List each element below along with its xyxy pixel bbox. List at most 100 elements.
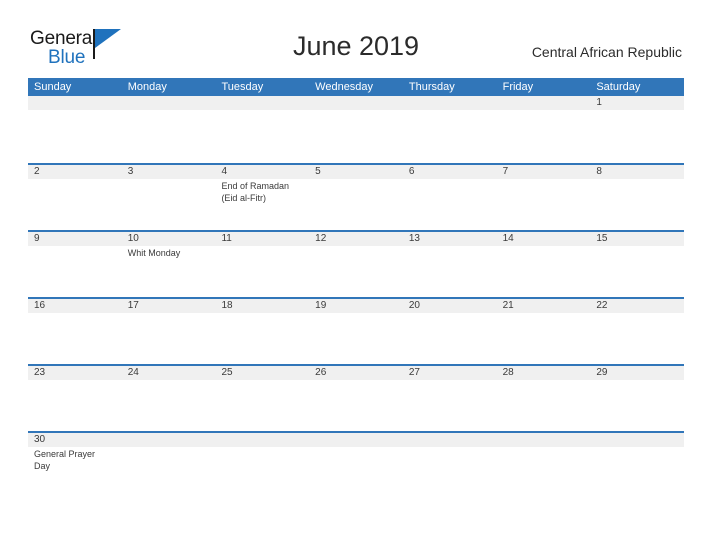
day-cell-empty bbox=[122, 96, 216, 110]
calendar-week-row: 9 10 11 12 13 14 15 Whit Monday bbox=[28, 230, 684, 299]
day-number: 10 bbox=[127, 233, 139, 244]
event-cell-empty bbox=[590, 313, 684, 366]
day-cell-empty bbox=[215, 433, 309, 447]
event-cell-empty bbox=[403, 380, 497, 433]
calendar-weeks: 1 2 3 4 5 6 7 8 End of Ramadan (Eid al-Fitr) 9 10 11… bbox=[28, 96, 684, 505]
day-cell-empty bbox=[403, 433, 497, 447]
weekday-header-row: Sunday Monday Tuesday Wednesday Thursday Frid… bbox=[28, 78, 684, 96]
day-cell-25[interactable]: 25 bbox=[215, 366, 309, 380]
event-cell-empty bbox=[28, 246, 122, 299]
event-cell-empty bbox=[28, 380, 122, 433]
day-cell-empty bbox=[122, 433, 216, 447]
event-cell-empty bbox=[403, 110, 497, 163]
day-number: 22 bbox=[596, 300, 608, 311]
event-cell[interactable]: Whit Monday bbox=[122, 246, 216, 299]
event-cell-empty bbox=[590, 447, 684, 505]
calendar-week-row: 2 3 4 5 6 7 8 End of Ramadan (Eid al-Fitr) bbox=[28, 163, 684, 232]
day-cell-22[interactable]: 22 bbox=[590, 299, 684, 313]
week-date-number-band: 30 bbox=[28, 433, 684, 447]
weekday-header-saturday: Saturday bbox=[596, 81, 641, 93]
day-cell-28[interactable]: 28 bbox=[497, 366, 591, 380]
event-cell-empty bbox=[309, 380, 403, 433]
day-cell-5[interactable]: 5 bbox=[309, 165, 403, 179]
weekday-header-sunday: Sunday bbox=[34, 81, 72, 93]
day-number: 1 bbox=[596, 97, 602, 108]
day-cell-17[interactable]: 17 bbox=[122, 299, 216, 313]
weekday-header-thursday: Thursday bbox=[408, 81, 455, 93]
day-cell-27[interactable]: 27 bbox=[403, 366, 497, 380]
day-cell-21[interactable]: 21 bbox=[497, 299, 591, 313]
event-cell-empty bbox=[590, 179, 684, 232]
calendar-page: General Blue June 2019 Central African R… bbox=[0, 0, 712, 550]
day-number: 3 bbox=[127, 166, 134, 177]
week-events-layer bbox=[28, 313, 684, 366]
day-number: 4 bbox=[221, 166, 227, 177]
day-number: 7 bbox=[502, 166, 509, 177]
week-events-layer bbox=[28, 110, 684, 163]
day-number: 18 bbox=[221, 300, 233, 311]
day-cell-20[interactable]: 20 bbox=[403, 299, 497, 313]
event-cell-empty bbox=[309, 313, 403, 366]
day-cell-empty bbox=[497, 96, 591, 110]
day-cell-26[interactable]: 26 bbox=[309, 366, 403, 380]
event-cell-empty bbox=[497, 246, 591, 299]
week-events-layer: Whit Monday bbox=[28, 246, 684, 299]
calendar-week-row: 30 General Prayer Day bbox=[28, 431, 684, 505]
event-cell-empty bbox=[309, 447, 403, 505]
day-cell-18[interactable]: 18 bbox=[215, 299, 309, 313]
day-cell-8[interactable]: 8 bbox=[590, 165, 684, 179]
calendar-grid: Sunday Monday Tuesday Wednesday Thursday Frid… bbox=[28, 78, 684, 505]
day-number: 2 bbox=[34, 166, 40, 177]
day-number: 16 bbox=[34, 300, 46, 311]
day-cell-10[interactable]: 10 bbox=[122, 232, 216, 246]
day-cell-11[interactable]: 11 bbox=[215, 232, 309, 246]
day-cell-1[interactable]: 1 bbox=[590, 96, 684, 110]
day-cell-24[interactable]: 24 bbox=[122, 366, 216, 380]
day-cell-23[interactable]: 23 bbox=[28, 366, 122, 380]
day-cell-4[interactable]: 4 bbox=[215, 165, 309, 179]
day-number: 27 bbox=[408, 367, 420, 378]
day-cell-14[interactable]: 14 bbox=[497, 232, 591, 246]
event-cell-empty bbox=[590, 110, 684, 163]
event-cell-empty bbox=[497, 110, 591, 163]
day-cell-7[interactable]: 7 bbox=[497, 165, 591, 179]
holiday-label: General Prayer bbox=[34, 449, 96, 459]
day-cell-29[interactable]: 29 bbox=[590, 366, 684, 380]
day-cell-19[interactable]: 19 bbox=[309, 299, 403, 313]
event-cell-empty bbox=[28, 110, 122, 163]
day-cell-2[interactable]: 2 bbox=[28, 165, 122, 179]
week-date-number-band: 9 10 11 12 13 14 15 bbox=[28, 232, 684, 246]
day-cell-16[interactable]: 16 bbox=[28, 299, 122, 313]
event-cell-empty bbox=[215, 313, 309, 366]
event-cell[interactable]: End of Ramadan (Eid al-Fitr) bbox=[215, 179, 309, 232]
day-cell-empty bbox=[309, 433, 403, 447]
day-cell-13[interactable]: 13 bbox=[403, 232, 497, 246]
event-cell-empty bbox=[497, 313, 591, 366]
day-cell-15[interactable]: 15 bbox=[590, 232, 684, 246]
day-cell-6[interactable]: 6 bbox=[403, 165, 497, 179]
event-cell[interactable]: General Prayer Day bbox=[28, 447, 122, 505]
event-cell-empty bbox=[28, 313, 122, 366]
day-number: 5 bbox=[315, 166, 321, 177]
country-label: Central African Republic bbox=[531, 44, 682, 60]
week-events-layer: General Prayer Day bbox=[28, 447, 684, 505]
holiday-label: Whit Monday bbox=[127, 248, 181, 258]
page-header: General Blue June 2019 Central African R… bbox=[0, 0, 712, 78]
day-cell-empty bbox=[403, 96, 497, 110]
day-cell-30[interactable]: 30 bbox=[28, 433, 122, 447]
holiday-label: (Eid al-Fitr) bbox=[221, 192, 266, 203]
event-cell-empty bbox=[590, 246, 684, 299]
day-number: 14 bbox=[502, 233, 514, 244]
event-cell-empty bbox=[590, 380, 684, 433]
day-number: 24 bbox=[127, 367, 139, 378]
day-number: 6 bbox=[408, 166, 415, 177]
day-number: 20 bbox=[408, 300, 420, 311]
day-number: 26 bbox=[315, 367, 327, 378]
day-number: 12 bbox=[315, 233, 327, 244]
event-cell-empty bbox=[497, 447, 591, 505]
day-cell-9[interactable]: 9 bbox=[28, 232, 122, 246]
day-cell-12[interactable]: 12 bbox=[309, 232, 403, 246]
event-cell-empty bbox=[403, 246, 497, 299]
event-cell-empty bbox=[215, 380, 309, 433]
day-cell-3[interactable]: 3 bbox=[122, 165, 216, 179]
